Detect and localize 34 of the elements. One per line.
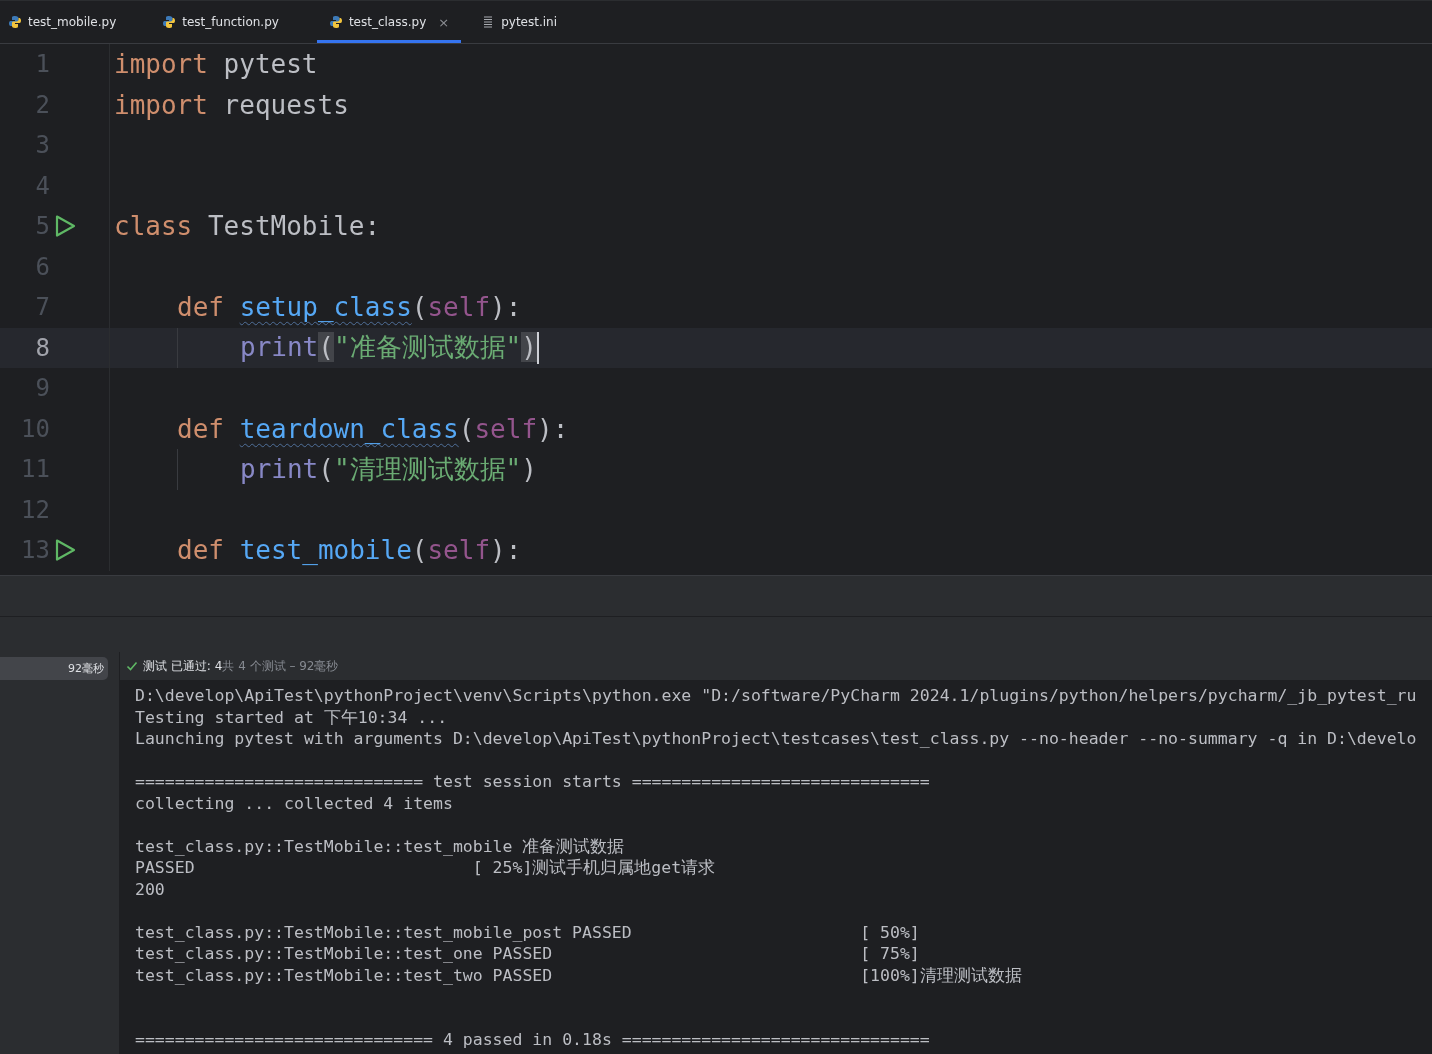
console-line: D:\develop\ApiTest\pythonProject\venv\Scripts\python.exe "D:/software/PyCharm 2024.1/plugins/python/helpers/pycharm/_jb_pytest_ru — [135, 685, 1418, 707]
test-status: 测试 已通过: 4 — [143, 657, 223, 675]
python-file-icon — [8, 15, 22, 29]
line-number: 8 — [34, 333, 50, 362]
code-line: def setup_class(self): — [177, 292, 522, 323]
console-line: 200 — [135, 878, 166, 900]
duration-badge[interactable]: 92毫秒 — [0, 657, 108, 680]
file-tab[interactable]: test_function.py — [154, 1, 291, 43]
console-line: ============================= test session starts ============================== — [135, 771, 931, 793]
code-line: import pytest — [114, 49, 318, 80]
test-summary: 共 4 个测试 – 92毫秒 — [222, 657, 339, 675]
console-line: collecting ... collected 4 items — [135, 792, 454, 814]
console-line: Launching pytest with arguments D:\develop\ApiTest\pythonProject\testcases\test_class.py --no-header --no-summary -q in D:\develo — [135, 728, 1418, 750]
run-icon[interactable] — [53, 214, 77, 239]
python-file-icon — [162, 15, 177, 29]
file-tab[interactable]: test_class.py × — [316, 1, 462, 43]
console-line: test_class.py::TestMobile::test_two PASSED [100%]清理测试数据 — [135, 964, 1023, 986]
console-line: ============================== 4 passed in 0.18s =============================== — [135, 1029, 931, 1051]
run-icon[interactable] — [53, 538, 77, 563]
code-line: def teardown_class(self): — [177, 413, 569, 444]
console-line: test_class.py::TestMobile::test_one PASSED [ 75%] — [135, 943, 921, 965]
file-tab[interactable]: test_mobile.py — [0, 1, 129, 43]
console-line: Testing started at 下午10:34 ... — [135, 706, 449, 728]
console-line: test_class.py::TestMobile::test_mobile_post PASSED [ 50%] — [135, 921, 921, 943]
python-file-icon — [328, 15, 343, 29]
file-tab[interactable]: pytest.ini — [473, 1, 570, 43]
code-line: def test_mobile(self): — [177, 535, 522, 566]
code-line: class TestMobile: — [114, 211, 381, 242]
console-line: test_class.py::TestMobile::test_mobile 准备测试数据 — [135, 835, 626, 857]
code-line: print("清理测试数据") — [240, 452, 537, 486]
console-line: PASSED [ 25%]测试手机归属地get请求 — [135, 857, 717, 879]
code-line: print("准备测试数据") — [240, 331, 537, 365]
close-icon[interactable]: × — [438, 14, 450, 30]
code-line: import requests — [114, 89, 349, 120]
